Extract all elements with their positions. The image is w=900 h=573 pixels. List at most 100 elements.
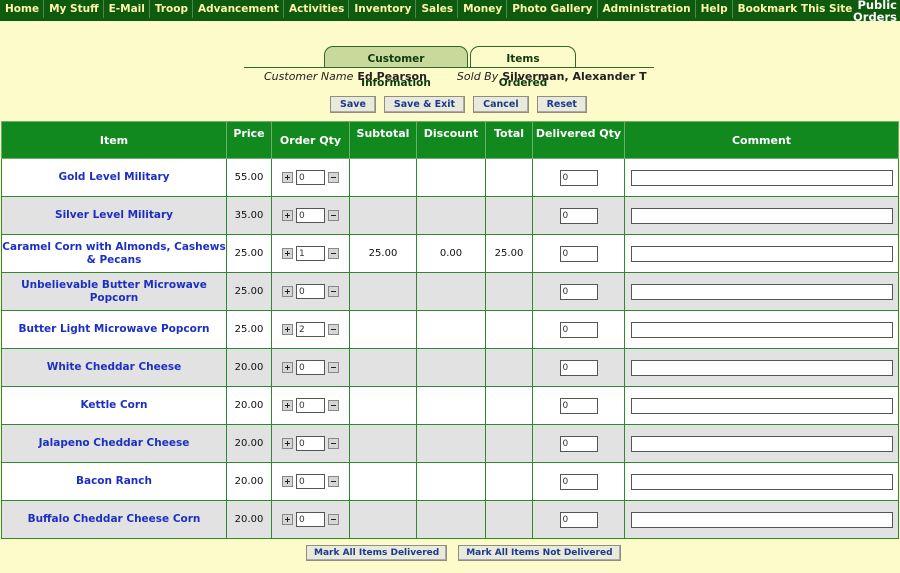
order-qty-input[interactable]	[296, 208, 325, 223]
delivered-qty-input[interactable]	[559, 511, 598, 528]
nav-administration[interactable]: Administration	[596, 0, 695, 18]
delivered-qty-cell	[532, 348, 625, 387]
plus-icon[interactable]	[282, 400, 293, 411]
plus-icon[interactable]	[282, 438, 293, 449]
plus-icon[interactable]	[282, 362, 293, 373]
item-name-link[interactable]: Buffalo Cheddar Cheese Corn	[1, 500, 227, 539]
plus-icon[interactable]	[282, 172, 293, 183]
comment-input[interactable]	[630, 283, 893, 300]
order-qty-input[interactable]	[296, 436, 325, 451]
nav-money[interactable]: Money	[457, 0, 506, 18]
total-cell	[485, 158, 533, 197]
comment-input[interactable]	[630, 511, 893, 528]
header-comment: Comment	[624, 121, 899, 159]
comment-input[interactable]	[630, 245, 893, 262]
comment-input[interactable]	[630, 359, 893, 376]
order-qty-input[interactable]	[296, 170, 325, 185]
subtotal-cell	[349, 158, 417, 197]
nav-help[interactable]: Help	[694, 0, 732, 18]
minus-icon[interactable]	[328, 476, 339, 487]
header-discount: Discount	[416, 121, 486, 159]
discount-cell	[416, 158, 486, 197]
minus-icon[interactable]	[328, 514, 339, 525]
order-qty-cell	[271, 386, 350, 425]
item-name-link[interactable]: Silver Level Military	[1, 196, 227, 235]
total-cell	[485, 500, 533, 539]
minus-icon[interactable]	[328, 324, 339, 335]
minus-icon[interactable]	[328, 400, 339, 411]
plus-icon[interactable]	[282, 476, 293, 487]
comment-input[interactable]	[630, 473, 893, 490]
item-name-link[interactable]: Jalapeno Cheddar Cheese	[1, 424, 227, 463]
public-orders-line2: Orders	[853, 10, 897, 24]
nav-troop[interactable]: Troop	[148, 0, 192, 18]
mark-all-delivered-button[interactable]: Mark All Items Delivered	[306, 545, 448, 561]
minus-icon[interactable]	[328, 438, 339, 449]
cancel-button[interactable]: Cancel	[473, 96, 529, 113]
public-orders-link[interactable]: Public Orders	[853, 0, 897, 23]
nav-advancement[interactable]: Advancement	[192, 0, 283, 18]
comment-input[interactable]	[630, 321, 893, 338]
delivered-qty-input[interactable]	[559, 169, 598, 186]
save-button[interactable]: Save	[330, 96, 376, 113]
discount-cell	[416, 386, 486, 425]
nav-sales[interactable]: Sales	[415, 0, 457, 18]
plus-icon[interactable]	[282, 248, 293, 259]
minus-icon[interactable]	[328, 248, 339, 259]
item-name-link[interactable]: Gold Level Military	[1, 158, 227, 197]
table-row: Buffalo Cheddar Cheese Corn 20.00	[1, 500, 899, 539]
plus-icon[interactable]	[282, 210, 293, 221]
comment-input[interactable]	[630, 169, 893, 186]
tab-bar: Customer Information Items Ordered	[324, 46, 578, 89]
comment-input[interactable]	[630, 435, 893, 452]
minus-icon[interactable]	[328, 172, 339, 183]
plus-icon[interactable]	[282, 286, 293, 297]
mark-all-not-delivered-button[interactable]: Mark All Items Not Delivered	[458, 545, 621, 561]
nav-bookmark-this-site[interactable]: Bookmark This Site	[731, 0, 857, 18]
save-exit-button[interactable]: Save & Exit	[383, 96, 466, 113]
nav-inventory[interactable]: Inventory	[348, 0, 415, 18]
tab-customer-information[interactable]: Customer Information	[324, 46, 468, 89]
delivered-qty-input[interactable]	[559, 435, 598, 452]
item-name-link[interactable]: Kettle Corn	[1, 386, 227, 425]
delivered-qty-input[interactable]	[559, 397, 598, 414]
delivered-qty-input[interactable]	[559, 473, 598, 490]
plus-icon[interactable]	[282, 324, 293, 335]
order-qty-input[interactable]	[296, 284, 325, 299]
nav-my-stuff[interactable]: My Stuff	[43, 0, 103, 18]
item-name-link[interactable]: Caramel Corn with Almonds, Cashews & Pec…	[1, 234, 227, 273]
delivered-qty-input[interactable]	[559, 245, 598, 262]
plus-icon[interactable]	[282, 514, 293, 525]
tab-items-ordered[interactable]: Items Ordered	[470, 46, 576, 89]
minus-icon[interactable]	[328, 362, 339, 373]
order-qty-input[interactable]	[296, 398, 325, 413]
reset-button[interactable]: Reset	[536, 96, 587, 113]
order-qty-input[interactable]	[296, 360, 325, 375]
comment-cell	[624, 158, 899, 197]
item-name-link[interactable]: Butter Light Microwave Popcorn	[1, 310, 227, 349]
comment-cell	[624, 386, 899, 425]
minus-icon[interactable]	[328, 210, 339, 221]
order-qty-input[interactable]	[296, 322, 325, 337]
item-name-link[interactable]: White Cheddar Cheese	[1, 348, 227, 387]
table-row: Butter Light Microwave Popcorn 25.00	[1, 310, 899, 349]
item-price: 25.00	[226, 272, 272, 311]
minus-icon[interactable]	[328, 286, 339, 297]
nav-photo-gallery[interactable]: Photo Gallery	[506, 0, 596, 18]
order-qty-input[interactable]	[296, 512, 325, 527]
delivered-qty-input[interactable]	[559, 359, 598, 376]
sold-by-label: Sold By	[456, 70, 499, 83]
comment-input[interactable]	[630, 207, 893, 224]
delivered-qty-input[interactable]	[559, 283, 598, 300]
comment-input[interactable]	[630, 397, 893, 414]
nav-home[interactable]: Home	[0, 0, 43, 18]
nav-e-mail[interactable]: E-Mail	[102, 0, 149, 18]
table-header-row: Item Price Order Qty Subtotal Discount T…	[1, 121, 899, 159]
delivered-qty-input[interactable]	[559, 207, 598, 224]
order-qty-input[interactable]	[296, 246, 325, 261]
delivered-qty-input[interactable]	[559, 321, 598, 338]
nav-activities[interactable]: Activities	[282, 0, 348, 18]
item-name-link[interactable]: Unbelievable Butter Microwave Popcorn	[1, 272, 227, 311]
order-qty-input[interactable]	[296, 474, 325, 489]
item-name-link[interactable]: Bacon Ranch	[1, 462, 227, 501]
